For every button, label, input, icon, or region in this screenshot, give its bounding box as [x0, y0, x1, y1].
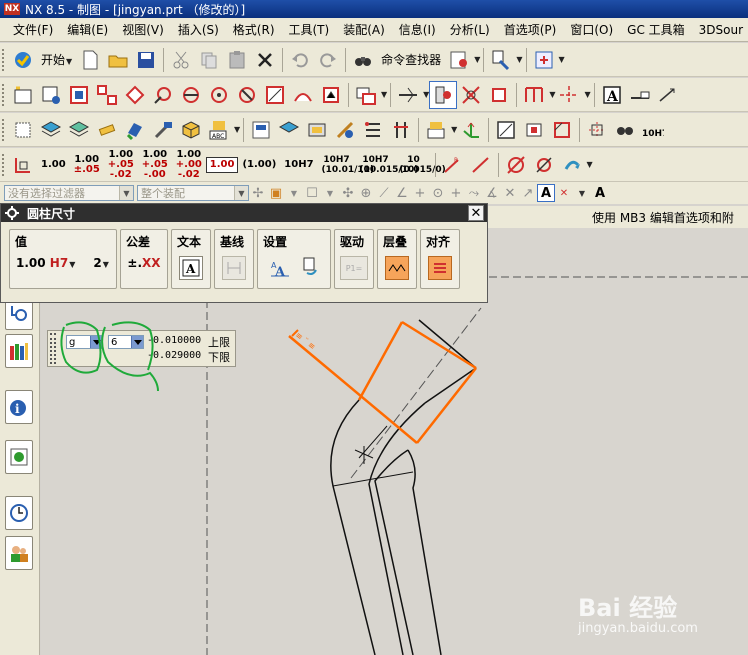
green-circle-mark-2 — [101, 321, 159, 392]
green-circle-mark — [60, 321, 102, 374]
annotation-overlay — [60, 321, 159, 392]
watermark-brand: Bai 经验 — [578, 594, 678, 622]
watermark-url: jingyan.baidu.com — [578, 621, 698, 636]
nx-window: NX NX 8.5 - 制图 - [jingyan.prt （修改的）] 文件(… — [0, 0, 748, 655]
